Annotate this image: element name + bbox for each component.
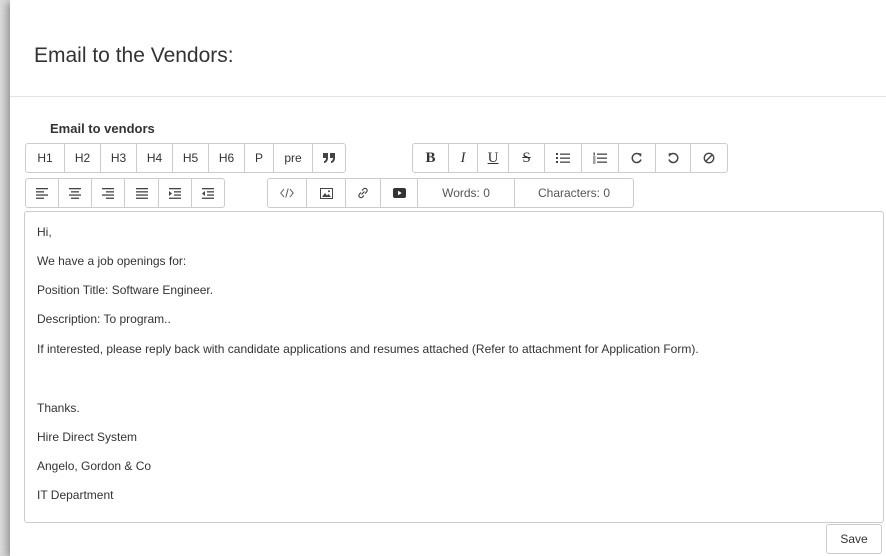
numbered-list-icon	[593, 152, 607, 164]
align-toolbar	[25, 178, 225, 208]
bullet-list-icon	[556, 153, 570, 163]
align-left-button[interactable]	[25, 178, 59, 208]
body-line: If interested, please reply back with ca…	[37, 342, 699, 356]
align-right-button[interactable]	[91, 178, 125, 208]
link-icon	[358, 187, 368, 199]
h5-button[interactable]: H5	[172, 143, 209, 173]
word-count: Words: 0	[417, 178, 515, 208]
justify-button[interactable]	[124, 178, 159, 208]
numbered-list-button[interactable]	[581, 143, 619, 173]
image-icon	[319, 187, 333, 199]
divider	[10, 96, 886, 97]
paragraph-button[interactable]: P	[244, 143, 274, 173]
insert-video-button[interactable]	[380, 178, 418, 208]
h2-button[interactable]: H2	[64, 143, 101, 173]
align-justify-icon	[135, 187, 148, 199]
bullet-list-button[interactable]	[544, 143, 582, 173]
align-left-icon	[36, 187, 48, 199]
underline-button[interactable]: U	[477, 143, 509, 173]
code-icon	[280, 188, 294, 198]
blockquote-button[interactable]	[312, 143, 346, 173]
redo-icon	[631, 152, 642, 164]
undo-button[interactable]	[655, 143, 691, 173]
undo-icon	[668, 152, 679, 164]
clear-format-button[interactable]	[690, 143, 728, 173]
format-toolbar: B I U S	[412, 143, 728, 173]
page-title: Email to the Vendors:	[34, 44, 234, 67]
align-center-icon	[69, 187, 81, 199]
email-body-editor[interactable]: Hi, We have a job openings for: Position…	[24, 211, 884, 523]
align-center-button[interactable]	[58, 178, 92, 208]
character-count: Characters: 0	[514, 178, 634, 208]
h4-button[interactable]: H4	[136, 143, 173, 173]
outdent-button[interactable]	[191, 178, 225, 208]
video-icon	[392, 188, 406, 198]
pre-button[interactable]: pre	[273, 143, 313, 173]
insert-link-button[interactable]	[345, 178, 381, 208]
indent-icon	[169, 187, 181, 199]
bold-button[interactable]: B	[412, 143, 449, 173]
heading-toolbar: H1 H2 H3 H4 H5 H6 P pre	[25, 143, 346, 173]
insert-toolbar: Words: 0 Characters: 0	[267, 178, 634, 208]
body-line: IT Department	[37, 488, 114, 502]
email-panel: Email to the Vendors: Email to vendors H…	[10, 0, 886, 556]
italic-button[interactable]: I	[448, 143, 478, 173]
save-button[interactable]: Save	[826, 524, 882, 554]
editor-label: Email to vendors	[50, 121, 155, 136]
quote-icon	[323, 153, 335, 163]
body-line: We have a job openings for:	[37, 254, 187, 268]
redo-button[interactable]	[618, 143, 656, 173]
body-line: Description: To program..	[37, 312, 171, 326]
h6-button[interactable]: H6	[208, 143, 245, 173]
strikethrough-button[interactable]: S	[508, 143, 545, 173]
outdent-icon	[202, 187, 214, 199]
code-button[interactable]	[267, 178, 307, 208]
body-line: Angelo, Gordon & Co	[37, 459, 152, 473]
body-line: Hi,	[37, 225, 52, 239]
body-line: Position Title: Software Engineer.	[37, 283, 214, 297]
align-right-icon	[102, 187, 114, 199]
indent-button[interactable]	[158, 178, 192, 208]
insert-image-button[interactable]	[306, 178, 346, 208]
body-line: Thanks.	[37, 401, 80, 415]
clear-format-icon	[703, 152, 715, 164]
h3-button[interactable]: H3	[100, 143, 137, 173]
body-line: Hire Direct System	[37, 430, 138, 444]
h1-button[interactable]: H1	[25, 143, 65, 173]
